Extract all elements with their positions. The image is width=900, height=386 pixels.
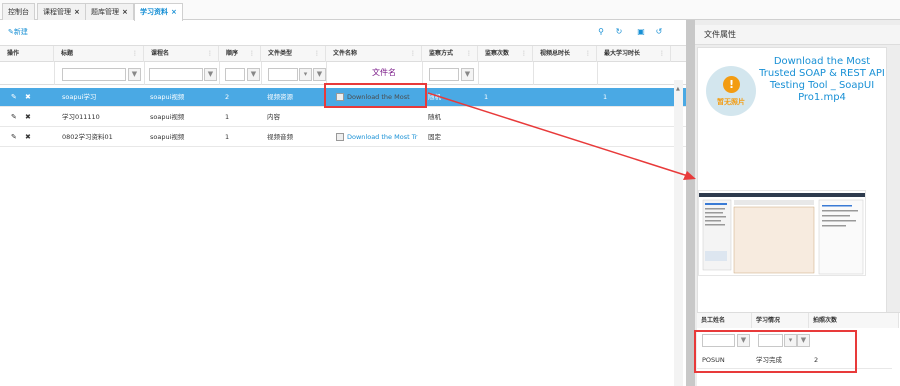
refresh-icon[interactable]: ↻ bbox=[614, 27, 624, 37]
filter-icon[interactable]: ▼ bbox=[204, 68, 217, 81]
delete-icon[interactable]: ✖ bbox=[25, 108, 31, 127]
scroll-up-icon[interactable]: ▲ bbox=[676, 86, 680, 92]
search-icon[interactable]: ⚲ bbox=[596, 27, 606, 37]
save-icon[interactable]: ▣ bbox=[636, 27, 646, 37]
edit-icon[interactable]: ✎ bbox=[11, 128, 17, 147]
close-icon[interactable]: × bbox=[122, 8, 128, 16]
col-header-file-name[interactable]: 文件名称 ⋮ bbox=[326, 46, 422, 62]
annotation-label: 文件名 bbox=[372, 68, 396, 77]
cell-max-duration: 1 bbox=[603, 93, 608, 101]
cell-order: 1 bbox=[225, 133, 230, 141]
grid-scrollbar[interactable]: ▲ bbox=[674, 80, 683, 386]
video-thumbnail[interactable] bbox=[698, 190, 866, 276]
col-header-actions: 操作 bbox=[0, 46, 54, 62]
title-filter-input[interactable] bbox=[62, 68, 126, 81]
cell-monitor: 随机 bbox=[428, 93, 441, 101]
cell-file-type: 视频音频 bbox=[267, 133, 293, 141]
order-filter-input[interactable] bbox=[225, 68, 245, 81]
col-header-photo-count[interactable]: 拍照次数 bbox=[809, 313, 899, 328]
cell-file-type: 内容 bbox=[267, 113, 280, 121]
col-header-study-status[interactable]: 学习情况 bbox=[752, 313, 809, 328]
tab-bar: 控制台 课程管理 × 题库管理 × 学习资料 × bbox=[0, 0, 900, 21]
annotation-box bbox=[694, 330, 857, 373]
course-filter-input[interactable] bbox=[149, 68, 203, 81]
new-button[interactable]: ✎新建 bbox=[8, 27, 28, 37]
cell-file-name[interactable]: Download the Most Tr bbox=[330, 128, 422, 147]
cell-monitor: 固定 bbox=[428, 133, 441, 141]
cell-course: soapui视频 bbox=[150, 113, 185, 121]
file-type-filter-select[interactable] bbox=[268, 68, 298, 81]
tab-console[interactable]: 控制台 bbox=[2, 3, 35, 20]
delete-icon[interactable]: ✖ bbox=[25, 88, 31, 107]
annotation-box bbox=[324, 83, 427, 108]
col-header-monitor-count[interactable]: 监察次数 ⋮ bbox=[478, 46, 533, 62]
table-row[interactable]: ✎ ✖ 0802学习资料01 soapui视频 1 视频音频 Download … bbox=[0, 128, 686, 147]
tab-study-materials[interactable]: 学习资料 × bbox=[134, 3, 183, 21]
close-icon[interactable]: × bbox=[74, 8, 80, 16]
delete-icon[interactable]: ✖ bbox=[25, 128, 31, 147]
table-row[interactable]: ✎ ✖ 学习011110 soapui视频 1 内容 随机 bbox=[0, 108, 686, 127]
file-title-link[interactable]: Download the Most Trusted SOAP & REST AP… bbox=[758, 56, 886, 104]
undo-icon[interactable]: ↺ bbox=[654, 27, 664, 37]
cell-title: 0802学习资料01 bbox=[62, 133, 113, 141]
close-icon[interactable]: × bbox=[171, 8, 177, 16]
col-header-title[interactable]: 标题 ⋮ bbox=[54, 46, 144, 62]
col-header-file-type[interactable]: 文件类型 ⋮ bbox=[261, 46, 326, 62]
cell-title: 学习011110 bbox=[62, 113, 100, 121]
col-header-video-duration[interactable]: 视频总时长 ⋮ bbox=[533, 46, 597, 62]
cell-order: 2 bbox=[225, 93, 230, 101]
no-image-placeholder: ! 暂无照片 bbox=[706, 66, 756, 116]
cell-course: soapui视频 bbox=[150, 133, 185, 141]
cell-file-name bbox=[330, 108, 420, 127]
cell-monitor: 随机 bbox=[428, 113, 441, 121]
cell-count: 1 bbox=[484, 93, 489, 101]
monitor-filter-select[interactable] bbox=[429, 68, 459, 81]
warning-icon: ! bbox=[723, 76, 740, 93]
cell-duration bbox=[533, 88, 597, 107]
edit-icon[interactable]: ✎ bbox=[11, 88, 17, 107]
grid-toolbar: ✎新建 ⚲ ↻ ▣ ↺ bbox=[0, 24, 686, 40]
cell-order: 1 bbox=[225, 113, 230, 121]
col-header-order[interactable]: 顺序 ⋮ bbox=[219, 46, 261, 62]
panel-title: 文件属性 bbox=[695, 25, 900, 45]
filter-icon[interactable]: ▼ bbox=[461, 68, 474, 81]
filter-icon[interactable]: ▼ bbox=[313, 68, 326, 81]
tab-question-bank[interactable]: 题库管理 × bbox=[85, 3, 134, 20]
cell-title: soapui学习 bbox=[62, 93, 97, 101]
grid-header: 操作 标题 ⋮ 课程名 ⋮ 顺序 ⋮ 文件类型 ⋮ 文件名称 ⋮ 监察方式 ⋮ 监察次数 ⋮ … bbox=[0, 46, 686, 62]
file-icon bbox=[336, 133, 344, 141]
col-header-employee[interactable]: 员工姓名 bbox=[697, 313, 752, 328]
col-header-max-duration[interactable]: 最大学习时长 ⋮ bbox=[597, 46, 671, 62]
col-header-monitor-mode[interactable]: 监察方式 ⋮ bbox=[422, 46, 478, 62]
dropdown-icon[interactable]: ▾ bbox=[299, 68, 312, 81]
filter-row: ▼ ▼ ▼ ▾ ▼ ▼ bbox=[0, 62, 686, 85]
filter-icon[interactable]: ▼ bbox=[128, 68, 141, 81]
cell-file-type: 视频资源 bbox=[267, 93, 293, 101]
edit-icon[interactable]: ✎ bbox=[11, 108, 17, 127]
tab-course-management[interactable]: 课程管理 × bbox=[37, 3, 86, 20]
col-header-course[interactable]: 课程名 ⋮ bbox=[144, 46, 219, 62]
cell-course: soapui视频 bbox=[150, 93, 185, 101]
file-card: ! 暂无照片 Download the Most Trusted SOAP & … bbox=[697, 47, 887, 313]
filter-icon[interactable]: ▼ bbox=[247, 68, 260, 81]
